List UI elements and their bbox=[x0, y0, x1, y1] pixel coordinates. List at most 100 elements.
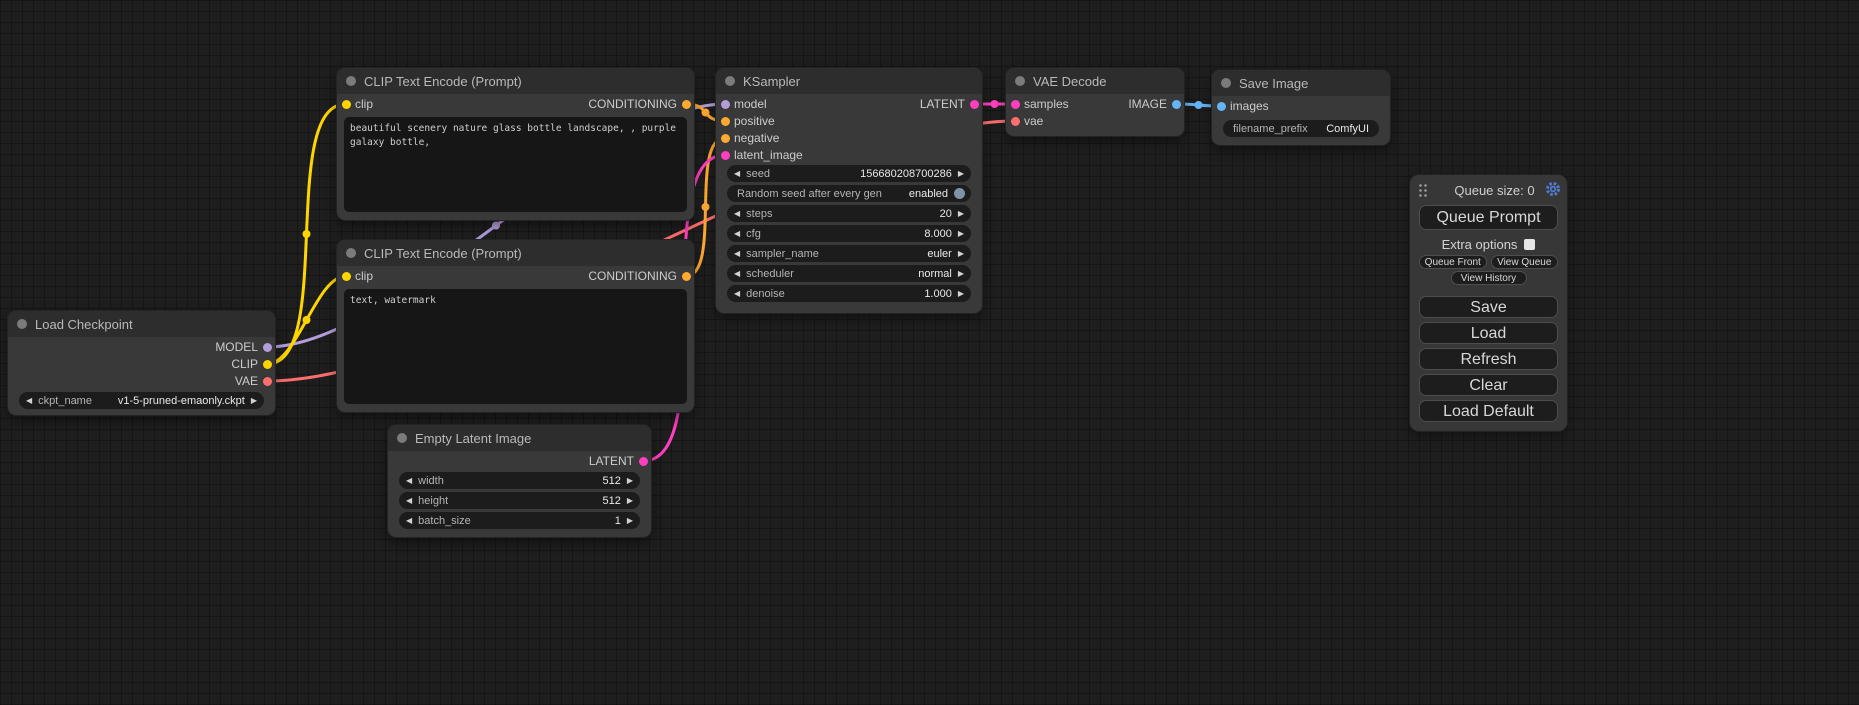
collapse-dot-icon[interactable] bbox=[397, 433, 407, 443]
node-empty-latent-image[interactable]: Empty Latent Image LATENT ◀ width 512 ▶ … bbox=[388, 425, 651, 537]
node-load-checkpoint[interactable]: Load Checkpoint MODEL CLIP VAE ◀ ckpt_na… bbox=[8, 311, 275, 415]
increment-arrow-icon[interactable]: ▶ bbox=[958, 245, 964, 262]
batch-size-widget[interactable]: ◀ batch_size 1 ▶ bbox=[399, 512, 640, 529]
node-titlebar[interactable]: Load Checkpoint bbox=[8, 311, 275, 337]
increment-arrow-icon[interactable]: ▶ bbox=[627, 492, 633, 509]
ckpt-name-widget[interactable]: ◀ ckpt_name v1-5-pruned-emaonly.ckpt ▶ bbox=[19, 392, 264, 409]
filename-prefix-widget[interactable]: filename_prefix ComfyUI bbox=[1223, 120, 1379, 137]
decrement-arrow-icon[interactable]: ◀ bbox=[734, 225, 740, 242]
view-queue-button[interactable]: View Queue bbox=[1491, 255, 1559, 269]
node-ksampler[interactable]: KSampler model LATENT positive negative … bbox=[716, 68, 982, 313]
output-slot-clip: CLIP bbox=[231, 356, 275, 372]
node-save-image[interactable]: Save Image images filename_prefix ComfyU… bbox=[1212, 70, 1390, 145]
conditioning-output-dot[interactable] bbox=[682, 272, 691, 281]
decrement-arrow-icon[interactable]: ◀ bbox=[734, 265, 740, 282]
cfg-widget[interactable]: ◀ cfg 8.000 ▶ bbox=[727, 225, 971, 242]
increment-arrow-icon[interactable]: ▶ bbox=[958, 265, 964, 282]
steps-widget[interactable]: ◀ steps 20 ▶ bbox=[727, 205, 971, 222]
conditioning-input-dot[interactable] bbox=[721, 117, 730, 126]
clip-input-dot[interactable] bbox=[342, 100, 351, 109]
slot-label: negative bbox=[734, 131, 779, 145]
collapse-dot-icon[interactable] bbox=[1015, 76, 1025, 86]
scheduler-widget[interactable]: ◀ scheduler normal ▶ bbox=[727, 265, 971, 282]
input-slot-model: model bbox=[716, 96, 767, 112]
collapse-dot-icon[interactable] bbox=[725, 76, 735, 86]
image-output-dot[interactable] bbox=[1172, 100, 1181, 109]
decrement-arrow-icon[interactable]: ◀ bbox=[406, 512, 412, 529]
collapse-dot-icon[interactable] bbox=[17, 319, 27, 329]
model-input-dot[interactable] bbox=[721, 100, 730, 109]
denoise-widget[interactable]: ◀ denoise 1.000 ▶ bbox=[727, 285, 971, 302]
conditioning-output-dot[interactable] bbox=[682, 100, 691, 109]
clip-input-dot[interactable] bbox=[342, 272, 351, 281]
load-default-button[interactable]: Load Default bbox=[1419, 400, 1558, 422]
increment-arrow-icon[interactable]: ▶ bbox=[958, 205, 964, 222]
image-input-dot[interactable] bbox=[1217, 102, 1226, 111]
vae-output-dot[interactable] bbox=[263, 377, 272, 386]
increment-arrow-icon[interactable]: ▶ bbox=[627, 472, 633, 489]
latent-input-dot[interactable] bbox=[721, 151, 730, 160]
node-titlebar[interactable]: Empty Latent Image bbox=[388, 425, 651, 451]
node-titlebar[interactable]: CLIP Text Encode (Prompt) bbox=[337, 68, 694, 94]
increment-arrow-icon[interactable]: ▶ bbox=[958, 285, 964, 302]
widget-value: euler bbox=[927, 248, 951, 260]
load-button[interactable]: Load bbox=[1419, 322, 1558, 344]
view-history-button[interactable]: View History bbox=[1451, 271, 1527, 285]
decrement-arrow-icon[interactable]: ◀ bbox=[734, 205, 740, 222]
increment-arrow-icon[interactable]: ▶ bbox=[958, 225, 964, 242]
save-button[interactable]: Save bbox=[1419, 296, 1558, 318]
graph-canvas[interactable]: Load Checkpoint MODEL CLIP VAE ◀ ckpt_na… bbox=[0, 0, 1859, 705]
decrement-arrow-icon[interactable]: ◀ bbox=[734, 245, 740, 262]
clear-button[interactable]: Clear bbox=[1419, 374, 1558, 396]
increment-arrow-icon[interactable]: ▶ bbox=[251, 392, 257, 409]
node-titlebar[interactable]: VAE Decode bbox=[1006, 68, 1184, 94]
height-widget[interactable]: ◀ height 512 ▶ bbox=[399, 492, 640, 509]
link-midpoint-dot bbox=[702, 203, 710, 211]
increment-arrow-icon[interactable]: ▶ bbox=[627, 512, 633, 529]
collapse-dot-icon[interactable] bbox=[346, 76, 356, 86]
node-titlebar[interactable]: KSampler bbox=[716, 68, 982, 94]
queue-front-button[interactable]: Queue Front bbox=[1419, 255, 1487, 269]
decrement-arrow-icon[interactable]: ◀ bbox=[26, 392, 32, 409]
widget-value: 512 bbox=[602, 495, 620, 507]
decrement-arrow-icon[interactable]: ◀ bbox=[406, 492, 412, 509]
node-clip-text-encode-negative[interactable]: CLIP Text Encode (Prompt) clip CONDITION… bbox=[337, 240, 694, 412]
decrement-arrow-icon[interactable]: ◀ bbox=[734, 285, 740, 302]
refresh-button[interactable]: Refresh bbox=[1419, 348, 1558, 370]
queue-prompt-button[interactable]: Queue Prompt bbox=[1419, 205, 1558, 230]
latent-output-dot[interactable] bbox=[970, 100, 979, 109]
output-slot-vae: VAE bbox=[235, 373, 275, 389]
latent-output-dot[interactable] bbox=[639, 457, 648, 466]
decrement-arrow-icon[interactable]: ◀ bbox=[406, 472, 412, 489]
prompt-textarea[interactable]: text, watermark bbox=[344, 289, 687, 404]
drag-handle-icon[interactable] bbox=[1418, 183, 1428, 197]
settings-gear-icon[interactable] bbox=[1545, 181, 1561, 197]
toggle-knob-icon[interactable] bbox=[954, 188, 965, 199]
slot-label: IMAGE bbox=[1128, 97, 1167, 111]
slot-label: model bbox=[734, 97, 767, 111]
vae-input-dot[interactable] bbox=[1011, 117, 1020, 126]
sampler-name-widget[interactable]: ◀ sampler_name euler ▶ bbox=[727, 245, 971, 262]
node-titlebar[interactable]: Save Image bbox=[1212, 70, 1390, 96]
slot-label: samples bbox=[1024, 97, 1069, 111]
conditioning-input-dot[interactable] bbox=[721, 134, 730, 143]
increment-arrow-icon[interactable]: ▶ bbox=[958, 165, 964, 182]
decrement-arrow-icon[interactable]: ◀ bbox=[734, 165, 740, 182]
widget-value: 20 bbox=[940, 208, 952, 220]
prompt-textarea[interactable]: beautiful scenery nature glass bottle la… bbox=[344, 117, 687, 212]
extra-options-checkbox[interactable] bbox=[1524, 239, 1535, 250]
node-vae-decode[interactable]: VAE Decode samples IMAGE vae bbox=[1006, 68, 1184, 136]
random-seed-toggle-widget[interactable]: Random seed after every gen enabled bbox=[727, 185, 971, 202]
model-output-dot[interactable] bbox=[263, 343, 272, 352]
latent-input-dot[interactable] bbox=[1011, 100, 1020, 109]
node-titlebar[interactable]: CLIP Text Encode (Prompt) bbox=[337, 240, 694, 266]
output-slot-image: IMAGE bbox=[1128, 96, 1184, 112]
collapse-dot-icon[interactable] bbox=[1221, 78, 1231, 88]
node-clip-text-encode-positive[interactable]: CLIP Text Encode (Prompt) clip CONDITION… bbox=[337, 68, 694, 220]
seed-widget[interactable]: ◀ seed 156680208700286 ▶ bbox=[727, 165, 971, 182]
widget-value: normal bbox=[918, 268, 952, 280]
clip-output-dot[interactable] bbox=[263, 360, 272, 369]
collapse-dot-icon[interactable] bbox=[346, 248, 356, 258]
node-title: CLIP Text Encode (Prompt) bbox=[364, 246, 522, 261]
width-widget[interactable]: ◀ width 512 ▶ bbox=[399, 472, 640, 489]
